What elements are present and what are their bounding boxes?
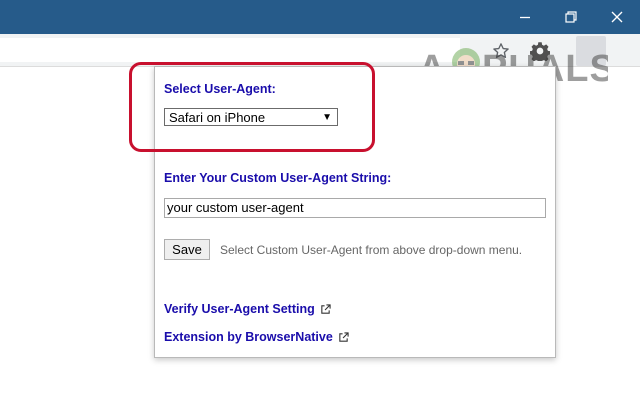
address-bar[interactable] <box>0 38 460 62</box>
select-user-agent-label: Select User-Agent: <box>164 82 276 96</box>
close-icon[interactable] <box>594 0 640 34</box>
save-hint-text: Select Custom User-Agent from above drop… <box>220 243 523 257</box>
external-link-icon <box>338 331 349 343</box>
user-agent-select[interactable]: Safari on iPhone ▼ <box>164 108 338 126</box>
custom-user-agent-value: your custom user-agent <box>167 200 304 215</box>
user-agent-popup: Select User-Agent: Safari on iPhone ▼ En… <box>154 66 556 358</box>
dropdown-arrow-icon: ▼ <box>322 112 332 123</box>
save-button[interactable]: Save <box>164 239 210 260</box>
custom-user-agent-label: Enter Your Custom User-Agent String: <box>164 171 392 185</box>
external-link-icon <box>320 303 331 315</box>
custom-user-agent-input[interactable]: your custom user-agent <box>164 198 546 218</box>
verify-user-agent-link-label: Verify User-Agent Setting <box>164 302 315 316</box>
window-titlebar <box>0 0 640 34</box>
verify-user-agent-link[interactable]: Verify User-Agent Setting <box>164 302 331 316</box>
user-agent-select-value: Safari on iPhone <box>169 110 266 125</box>
extension-by-link[interactable]: Extension by BrowserNative <box>164 330 349 344</box>
extension-by-link-label: Extension by BrowserNative <box>164 330 333 344</box>
minimize-icon[interactable] <box>502 0 548 34</box>
restore-icon[interactable] <box>548 0 594 34</box>
